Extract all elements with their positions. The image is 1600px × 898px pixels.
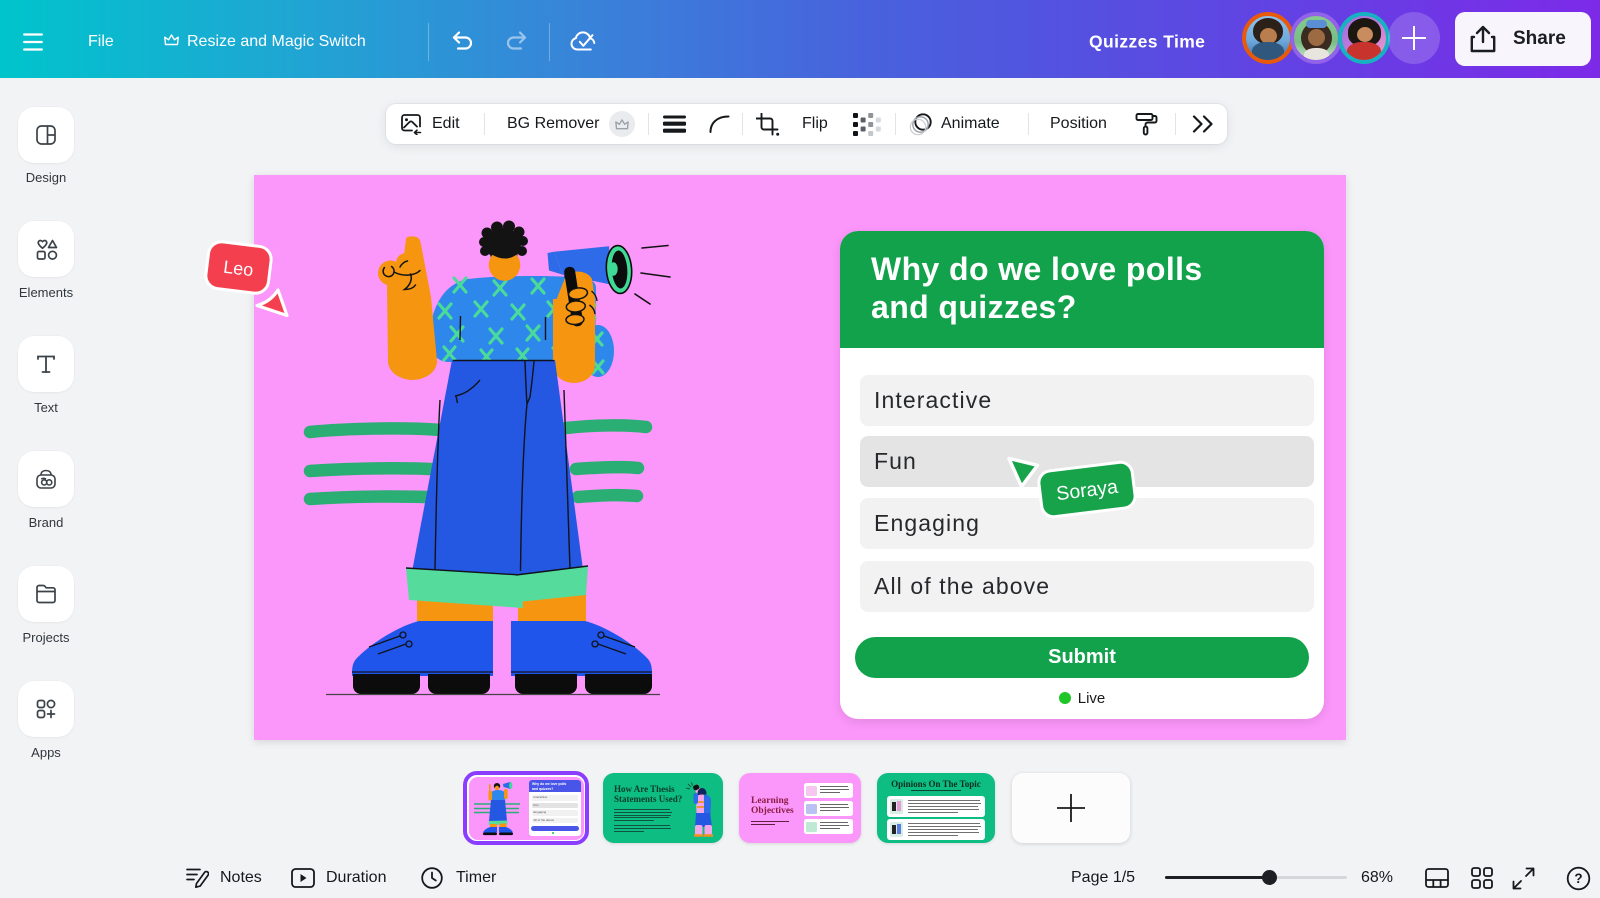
svg-text:Leo: Leo (222, 257, 254, 281)
svg-text:?: ? (1574, 871, 1582, 886)
